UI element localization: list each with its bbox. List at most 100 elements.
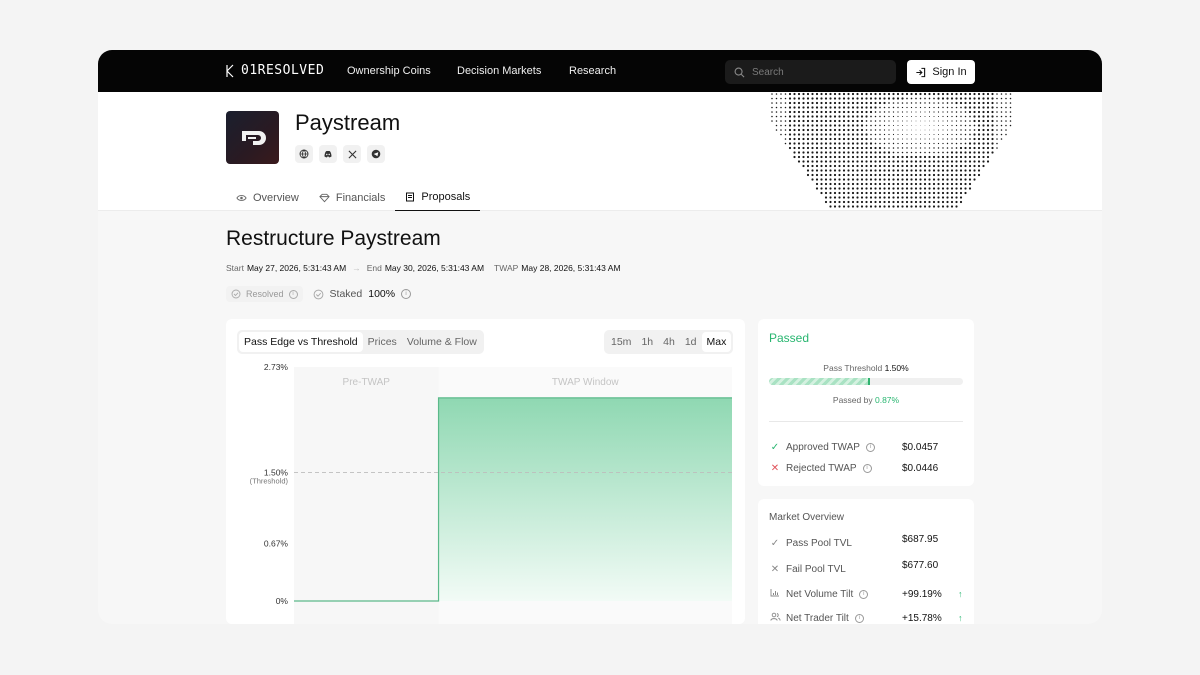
halftone-dot — [865, 182, 868, 186]
halftone-dot — [811, 124, 814, 127]
halftone-dot — [896, 97, 900, 100]
check-circle-icon — [313, 289, 323, 299]
halftone-dot — [906, 134, 908, 135]
halftone-dot — [959, 97, 963, 100]
range-max[interactable]: Max — [701, 332, 732, 352]
halftone-dot — [833, 173, 837, 177]
range-1d[interactable]: 1d — [680, 332, 702, 352]
halftone-dot — [977, 164, 981, 168]
halftone-dot — [797, 124, 801, 127]
halftone-dot — [870, 120, 872, 122]
search-input[interactable] — [752, 66, 882, 78]
halftone-dot — [982, 124, 985, 127]
logo-icon — [226, 64, 234, 77]
halftone-dot — [833, 128, 837, 132]
tab-prices[interactable]: Prices — [363, 332, 402, 352]
halftone-dot — [793, 106, 796, 109]
end-label: End — [366, 263, 382, 273]
halftone-dot — [802, 160, 805, 163]
halftone-dot — [929, 125, 930, 126]
halftone-dot — [896, 191, 900, 195]
halftone-dot — [856, 200, 859, 204]
range-15m[interactable]: 15m — [606, 332, 636, 352]
halftone-dot — [820, 164, 823, 168]
halftone-dot — [842, 169, 846, 172]
halftone-dot — [824, 146, 828, 150]
tab-financials[interactable]: Financials — [309, 184, 396, 211]
telegram-icon[interactable] — [367, 145, 385, 163]
halftone-dot — [892, 97, 895, 100]
approved-twap-label: Approved TWAP — [786, 441, 860, 453]
halftone-dot — [865, 151, 868, 154]
halftone-dot — [942, 147, 944, 149]
halftone-dot — [820, 160, 823, 163]
halftone-dot — [923, 160, 927, 163]
halftone-dot — [946, 147, 949, 149]
tab-volume-flow[interactable]: Volume & Flow — [402, 332, 482, 352]
halftone-dot — [914, 169, 918, 172]
nav-link-ownership-coins[interactable]: Ownership Coins — [347, 65, 431, 77]
tab-proposals[interactable]: Proposals — [395, 184, 481, 211]
tab-overview[interactable]: Overview — [226, 184, 309, 211]
halftone-dot — [932, 191, 936, 195]
halftone-dot — [883, 111, 886, 113]
halftone-dot — [946, 182, 949, 186]
halftone-dot — [824, 110, 828, 114]
halftone-dot — [878, 164, 882, 168]
halftone-dot — [842, 187, 846, 190]
halftone-dot — [811, 146, 814, 150]
halftone-dot — [969, 138, 971, 140]
info-icon[interactable]: i — [859, 589, 869, 599]
halftone-dot — [802, 106, 805, 109]
halftone-dot — [996, 97, 998, 100]
sign-in-button[interactable]: Sign In — [907, 60, 975, 84]
nav-link-research[interactable]: Research — [569, 65, 616, 77]
search-box[interactable] — [725, 60, 896, 84]
info-icon[interactable]: i — [862, 463, 872, 473]
halftone-dot — [856, 115, 859, 118]
halftone-dot — [1005, 97, 1007, 100]
halftone-dot — [973, 178, 976, 181]
halftone-dot — [955, 138, 958, 140]
halftone-dot — [964, 151, 967, 154]
halftone-dot — [910, 155, 913, 159]
nav-link-decision-markets[interactable]: Decision Markets — [457, 65, 541, 77]
halftone-dot — [811, 169, 814, 172]
halftone-dot — [969, 133, 971, 136]
halftone-dot — [986, 106, 990, 109]
halftone-dot — [815, 151, 819, 154]
info-icon[interactable]: i — [288, 289, 298, 299]
globe-icon[interactable] — [295, 145, 313, 163]
halftone-dot — [932, 160, 936, 163]
info-icon[interactable]: i — [401, 289, 412, 299]
halftone-dot — [959, 182, 963, 186]
halftone-dot — [842, 133, 846, 136]
halftone-dot — [928, 164, 931, 168]
range-1h[interactable]: 1h — [636, 332, 658, 352]
logo[interactable]: 01RESOLVED — [225, 63, 324, 78]
discord-icon[interactable] — [319, 145, 337, 163]
info-icon[interactable]: i — [854, 613, 864, 623]
halftone-dot — [824, 155, 828, 159]
halftone-dot — [860, 128, 864, 132]
halftone-dot — [902, 120, 903, 122]
halftone-dot — [788, 137, 792, 141]
halftone-dot — [959, 160, 963, 163]
halftone-dot — [784, 142, 787, 145]
halftone-dot — [955, 178, 958, 181]
range-4h[interactable]: 4h — [658, 332, 680, 352]
halftone-dot — [797, 137, 801, 141]
halftone-dot — [905, 200, 909, 204]
info-icon[interactable]: i — [865, 442, 875, 452]
x-icon[interactable] — [343, 145, 361, 163]
halftone-dot — [896, 200, 900, 204]
halftone-dot — [951, 106, 953, 109]
paystream-logo-icon — [241, 130, 266, 145]
halftone-dot — [878, 178, 882, 181]
halftone-dot — [865, 129, 868, 131]
tab-pass-edge[interactable]: Pass Edge vs Threshold — [239, 332, 363, 352]
halftone-dot — [937, 102, 940, 104]
halftone-dot — [892, 92, 895, 96]
halftone-dot — [986, 151, 990, 154]
halftone-dot — [996, 106, 998, 109]
